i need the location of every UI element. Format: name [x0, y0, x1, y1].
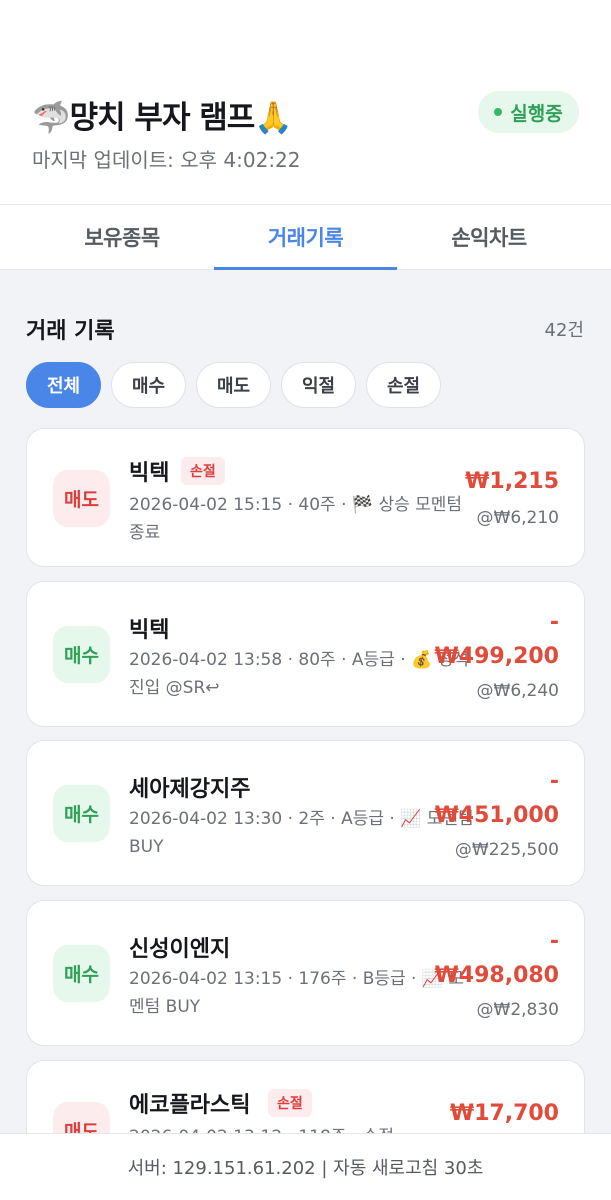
page-title: 🦈먕치 부자 램프🙏	[32, 100, 293, 136]
trade-amount: ₩17,700	[449, 1101, 559, 1126]
trade-detail: 2026-04-02 13:30 · 2주 · A등급 · 📈 모멘텀 BUY	[129, 809, 474, 857]
trade-detail: 2026-04-02 13:58 · 80주 · A등급 · 💰 정석 진입 @…	[129, 650, 469, 698]
stock-name: 빅텍	[129, 618, 170, 643]
amount-sign: -	[549, 610, 559, 635]
stock-name: 빅텍	[129, 461, 170, 486]
trade-card[interactable]: 매도 빅텍 손절 2026-04-02 15:15 · 40주 · 🏁 상승 모…	[26, 428, 585, 567]
trade-card[interactable]: 매수 신성이엔지 2026-04-02 13:15 · 176주 · B등급 ·…	[26, 900, 585, 1046]
unit-price: @₩6,210	[476, 508, 559, 528]
footer-text: 서버: 129.151.61.202 | 자동 새로고침 30초	[127, 1158, 484, 1179]
trade-card[interactable]: 매수 빅텍 2026-04-02 13:58 · 80주 · A등급 · 💰 정…	[26, 581, 585, 727]
active-tab-indicator	[214, 267, 397, 270]
tab-bar: 보유종목 거래기록 손익차트	[0, 204, 611, 270]
filter-buy[interactable]: 매수	[111, 362, 186, 408]
tab-pnl-chart[interactable]: 손익차트	[397, 205, 581, 269]
trade-card[interactable]: 매수 세아제강지주 2026-04-02 13:30 · 2주 · A등급 · …	[26, 740, 585, 886]
trade-type-badge: 매수	[53, 626, 110, 683]
trade-count: 42건	[544, 320, 584, 341]
trade-amount: ₩1,215	[465, 469, 559, 494]
trade-detail: 2026-04-02 13:15 · 176주 · B등급 · 📈 모멘텀 BU…	[129, 969, 465, 1017]
amount-sign: -	[549, 769, 559, 794]
stock-name: 세아제강지주	[129, 777, 251, 802]
trade-type-badge: 매수	[53, 945, 110, 1002]
server-footer: 서버: 129.151.61.202 | 자동 새로고침 30초	[0, 1133, 611, 1200]
unit-price: @₩225,500	[454, 840, 559, 860]
trade-amount: ₩499,200	[434, 644, 559, 669]
filter-all[interactable]: 전체	[26, 362, 101, 408]
status-badge: 실행중	[478, 91, 579, 133]
trade-type-badge: 매도	[53, 470, 110, 527]
trade-type-badge: 매수	[53, 785, 110, 842]
stop-loss-tag: 손절	[181, 457, 225, 485]
status-label: 실행중	[510, 102, 563, 125]
trade-detail: 2026-04-02 15:15 · 40주 · 🏁 상승 모멘텀 종료	[129, 495, 463, 543]
filter-sell[interactable]: 매도	[196, 362, 271, 408]
trade-amount: ₩451,000	[434, 803, 559, 828]
stock-name: 에코플라스틱	[129, 1093, 251, 1118]
header: 🦈먕치 부자 램프🙏 마지막 업데이트: 오후 4:02:22 실행중	[0, 0, 611, 204]
stop-loss-tag: 손절	[268, 1089, 312, 1117]
last-update-text: 마지막 업데이트: 오후 4:02:22	[32, 148, 301, 172]
amount-sign: -	[549, 929, 559, 954]
unit-price: @₩2,830	[476, 1000, 559, 1020]
app-screen: 🦈먕치 부자 램프🙏 마지막 업데이트: 오후 4:02:22 실행중 보유종목…	[0, 0, 611, 1200]
unit-price: @₩6,240	[476, 681, 559, 701]
tab-trade-history[interactable]: 거래기록	[214, 205, 397, 269]
status-dot-icon	[494, 108, 503, 116]
stock-name: 신성이엔지	[129, 937, 231, 962]
tab-holdings[interactable]: 보유종목	[30, 205, 214, 269]
filter-stop-loss[interactable]: 손절	[366, 362, 441, 408]
trade-amount: ₩498,080	[434, 963, 559, 988]
section-title: 거래 기록	[26, 319, 115, 344]
filter-take-profit[interactable]: 익절	[281, 362, 356, 408]
